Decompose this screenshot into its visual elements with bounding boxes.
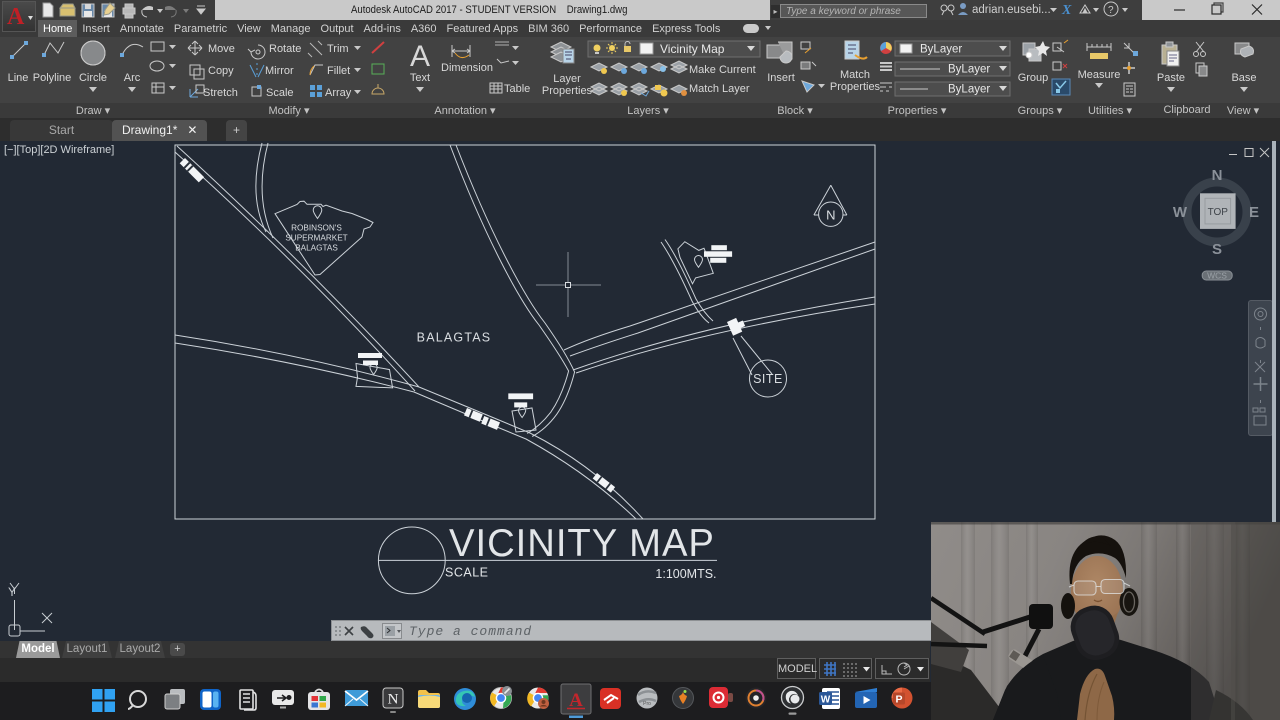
- svg-text:N: N: [826, 208, 835, 223]
- svg-text:A: A: [410, 40, 430, 73]
- svg-text:N: N: [1212, 167, 1223, 184]
- svg-text:Properties: Properties: [542, 85, 593, 97]
- svg-text:Mirror: Mirror: [265, 65, 294, 77]
- svg-text:Copy: Copy: [208, 65, 234, 77]
- svg-text:X: X: [1061, 3, 1072, 18]
- svg-text:Layer: Layer: [553, 73, 581, 85]
- svg-text:Dimension: Dimension: [441, 62, 493, 74]
- svg-text:Pro: Pro: [643, 701, 651, 707]
- svg-text:1:100MTS.: 1:100MTS.: [655, 567, 716, 581]
- svg-text:Fillet: Fillet: [327, 65, 350, 77]
- svg-text:?: ?: [1108, 5, 1114, 16]
- svg-text:SCALE: SCALE: [445, 566, 489, 580]
- svg-text:Match: Match: [840, 69, 870, 81]
- svg-text:SITE: SITE: [753, 372, 783, 386]
- svg-text:Vicinity Map: Vicinity Map: [660, 42, 725, 56]
- svg-text:E: E: [1249, 204, 1259, 221]
- svg-text:S: S: [1212, 241, 1222, 258]
- svg-text:ByLayer: ByLayer: [948, 84, 990, 96]
- svg-text:W: W: [821, 695, 831, 706]
- svg-text:N: N: [388, 692, 399, 708]
- svg-text:Line: Line: [8, 72, 29, 84]
- svg-text:Rotate: Rotate: [269, 43, 301, 55]
- svg-text:BALAGTAS: BALAGTAS: [417, 331, 492, 345]
- svg-text:SUPERMARKET: SUPERMARKET: [285, 234, 347, 243]
- svg-text:P: P: [895, 694, 902, 706]
- svg-text:Text: Text: [410, 72, 430, 84]
- svg-text:ByLayer: ByLayer: [920, 44, 962, 56]
- svg-text:Arc: Arc: [124, 72, 141, 84]
- svg-text:W: W: [1173, 204, 1188, 221]
- svg-text:Scale: Scale: [266, 87, 294, 99]
- svg-text:Table: Table: [504, 83, 530, 95]
- svg-text:BALAGTAS: BALAGTAS: [295, 244, 338, 253]
- svg-text:Stretch: Stretch: [203, 87, 238, 99]
- svg-text:Array: Array: [325, 87, 352, 99]
- svg-text:WCS: WCS: [1207, 271, 1227, 281]
- svg-text:A: A: [7, 4, 25, 30]
- svg-text:Circle: Circle: [79, 72, 107, 84]
- svg-text:Make Current: Make Current: [689, 64, 756, 76]
- svg-text:Trim: Trim: [327, 43, 349, 55]
- svg-text:Paste: Paste: [1157, 72, 1185, 84]
- svg-text:ByLayer: ByLayer: [948, 64, 990, 76]
- svg-text:Polyline: Polyline: [33, 72, 72, 84]
- svg-text:Group: Group: [1018, 72, 1049, 84]
- svg-text:ROBINSON'S: ROBINSON'S: [291, 224, 342, 233]
- svg-text:VICINITY MAP: VICINITY MAP: [449, 522, 715, 565]
- svg-text:Move: Move: [208, 43, 235, 55]
- svg-text:Base: Base: [1231, 72, 1256, 84]
- svg-text:Y: Y: [8, 585, 16, 599]
- svg-text:Properties: Properties: [830, 81, 881, 93]
- svg-text:adrian.eusebi...: adrian.eusebi...: [972, 4, 1051, 16]
- svg-text:TOP: TOP: [1208, 207, 1229, 218]
- svg-text:Insert: Insert: [767, 72, 795, 84]
- svg-text:Measure: Measure: [1078, 69, 1121, 81]
- svg-text:Match Layer: Match Layer: [689, 83, 750, 95]
